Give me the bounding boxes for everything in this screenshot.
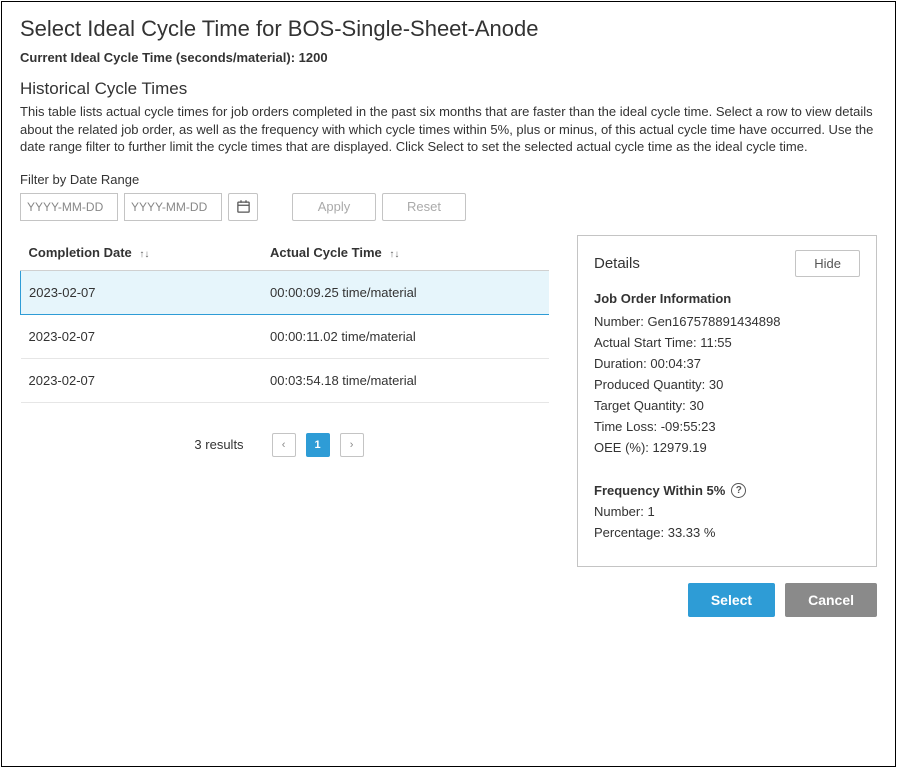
chevron-right-icon: › <box>350 439 354 451</box>
cell-date: 2023-02-07 <box>21 358 263 402</box>
content-row: Completion Date ↑↓ Actual Cycle Time ↑↓ … <box>20 235 877 567</box>
historical-heading: Historical Cycle Times <box>20 79 877 99</box>
cell-cycle: 00:00:11.02 time/material <box>262 314 549 358</box>
sort-icon: ↑↓ <box>139 249 149 260</box>
cell-date: 2023-02-07 <box>21 270 263 314</box>
details-title: Details <box>594 255 640 272</box>
dialog-title: Select Ideal Cycle Time for BOS-Single-S… <box>20 16 877 42</box>
cell-cycle: 00:00:09.25 time/material <box>262 270 549 314</box>
apply-button[interactable]: Apply <box>292 193 376 221</box>
details-panel: Details Hide Job Order Information Numbe… <box>577 235 877 567</box>
description-text: This table lists actual cycle times for … <box>20 103 877 156</box>
cancel-button[interactable]: Cancel <box>785 583 877 617</box>
filter-row: Apply Reset <box>20 193 877 221</box>
detail-start-time: Actual Start Time: 11:55 <box>594 335 860 350</box>
results-count: 3 results <box>194 437 243 452</box>
pager: 3 results ‹ 1 › <box>20 403 538 457</box>
dialog-footer: Select Cancel <box>20 583 877 617</box>
frequency-percentage: Percentage: 33.33 % <box>594 525 860 540</box>
calendar-icon <box>236 199 251 214</box>
filter-label: Filter by Date Range <box>20 172 877 187</box>
select-cycle-time-dialog: Select Ideal Cycle Time for BOS-Single-S… <box>1 1 896 767</box>
sort-icon: ↑↓ <box>389 249 399 260</box>
frequency-head-label: Frequency Within 5% <box>594 483 725 498</box>
table-row[interactable]: 2023-02-07 00:00:11.02 time/material <box>21 314 550 358</box>
reset-button[interactable]: Reset <box>382 193 466 221</box>
frequency-number: Number: 1 <box>594 504 860 519</box>
frequency-head: Frequency Within 5% ? <box>594 483 860 498</box>
hide-button[interactable]: Hide <box>795 250 860 277</box>
page-prev-button[interactable]: ‹ <box>272 433 296 457</box>
date-from-input[interactable] <box>20 193 118 221</box>
col-completion-date-label: Completion Date <box>29 245 132 260</box>
page-1-button[interactable]: 1 <box>306 433 330 457</box>
detail-target-qty: Target Quantity: 30 <box>594 398 860 413</box>
cycle-time-table-wrap: Completion Date ↑↓ Actual Cycle Time ↑↓ … <box>20 235 549 457</box>
detail-number: Number: Gen167578891434898 <box>594 314 860 329</box>
date-to-input[interactable] <box>124 193 222 221</box>
chevron-left-icon: ‹ <box>282 439 286 451</box>
cycle-time-table: Completion Date ↑↓ Actual Cycle Time ↑↓ … <box>20 235 549 403</box>
select-button[interactable]: Select <box>688 583 775 617</box>
detail-time-loss: Time Loss: -09:55:23 <box>594 419 860 434</box>
detail-duration: Duration: 00:04:37 <box>594 356 860 371</box>
col-completion-date[interactable]: Completion Date ↑↓ <box>21 235 263 271</box>
col-actual-cycle-time[interactable]: Actual Cycle Time ↑↓ <box>262 235 549 271</box>
calendar-button[interactable] <box>228 193 258 221</box>
cell-cycle: 00:03:54.18 time/material <box>262 358 549 402</box>
page-next-button[interactable]: › <box>340 433 364 457</box>
col-actual-cycle-time-label: Actual Cycle Time <box>270 245 382 260</box>
detail-oee: OEE (%): 12979.19 <box>594 440 860 455</box>
job-order-info-head: Job Order Information <box>594 291 860 306</box>
table-row[interactable]: 2023-02-07 00:03:54.18 time/material <box>21 358 550 402</box>
current-cycle-time-label: Current Ideal Cycle Time (seconds/materi… <box>20 50 877 65</box>
table-row[interactable]: 2023-02-07 00:00:09.25 time/material <box>21 270 550 314</box>
info-icon[interactable]: ? <box>731 483 746 498</box>
cell-date: 2023-02-07 <box>21 314 263 358</box>
detail-produced-qty: Produced Quantity: 30 <box>594 377 860 392</box>
